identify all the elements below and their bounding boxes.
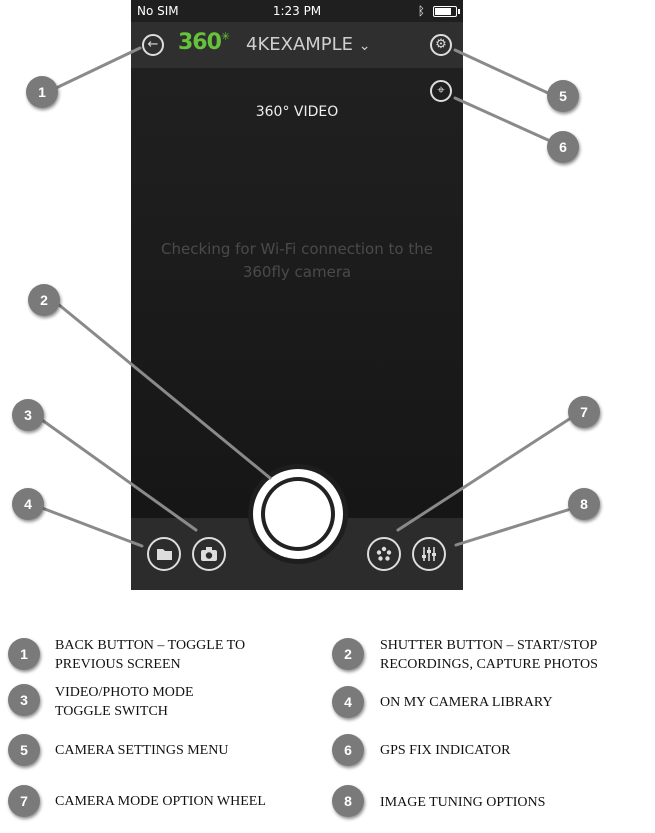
legend-badge-8: 8	[332, 785, 364, 817]
legend-text-3: VIDEO/PHOTO MODE TOGGLE SWITCH	[55, 685, 194, 719]
callout-badge-5: 5	[547, 80, 579, 112]
callout-badge-4: 4	[12, 488, 44, 520]
callout-badge-3: 3	[12, 399, 44, 431]
legend-badge-2: 2	[332, 638, 364, 670]
legend-text-8: IMAGE TUNING OPTIONS	[380, 795, 546, 810]
legend-badge-6: 6	[332, 734, 364, 766]
legend-text-6: GPS FIX INDICATOR	[380, 743, 511, 758]
callout-badge-8: 8	[568, 488, 600, 520]
legend-badge-5: 5	[8, 734, 40, 766]
legend-badge-4: 4	[332, 686, 364, 718]
legend-text-4: ON MY CAMERA LIBRARY	[380, 695, 553, 710]
legend-badge-1: 1	[8, 638, 40, 670]
callout-badge-6: 6	[547, 131, 579, 163]
callout-badge-7: 7	[568, 396, 600, 428]
legend-text-7: CAMERA MODE OPTION WHEEL	[55, 794, 266, 809]
legend-text-2: SHUTTER BUTTON – START/STOP RECORDINGS, …	[380, 638, 598, 672]
legend-text-1: BACK BUTTON – TOGGLE TO PREVIOUS SCREEN	[55, 638, 246, 672]
callout-badge-2: 2	[28, 284, 60, 316]
callout-badge-1: 1	[26, 76, 58, 108]
legend-text-5: CAMERA SETTINGS MENU	[55, 743, 229, 758]
legend-badge-7: 7	[8, 785, 40, 817]
legend-badge-3: 3	[8, 684, 40, 716]
